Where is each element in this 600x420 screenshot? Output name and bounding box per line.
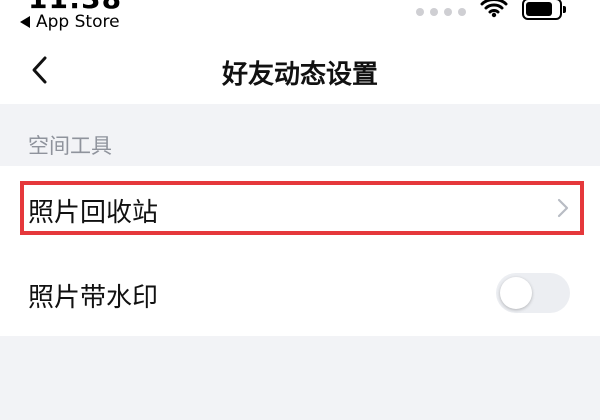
status-bar: 11:38 App Store [0, 0, 600, 40]
signal-dots-icon [416, 8, 466, 16]
bottom-space [0, 336, 600, 420]
back-to-app-label: App Store [36, 12, 120, 32]
watermark-toggle[interactable] [496, 273, 570, 313]
navigation-bar: 好友动态设置 [0, 40, 600, 104]
chevron-right-icon [556, 198, 570, 218]
settings-item-label: 照片回收站 [28, 198, 159, 228]
status-icons [416, 0, 566, 20]
section-title: 空间工具 [28, 134, 112, 158]
page-title: 好友动态设置 [221, 60, 378, 90]
screen: 11:38 App Store [0, 0, 600, 420]
battery-icon [522, 0, 566, 20]
settings-item-photo-recycle-bin[interactable]: 照片回收站 [0, 166, 600, 251]
back-to-app-store[interactable]: App Store [20, 12, 120, 32]
settings-item-label: 照片带水印 [28, 283, 159, 313]
back-triangle-icon [20, 16, 30, 28]
settings-item-photo-watermark: 照片带水印 [0, 251, 600, 336]
wifi-icon [480, 0, 508, 18]
toggle-knob [500, 277, 532, 309]
section-header: 空间工具 [0, 104, 600, 166]
settings-list: 照片回收站 照片带水印 [0, 166, 600, 336]
